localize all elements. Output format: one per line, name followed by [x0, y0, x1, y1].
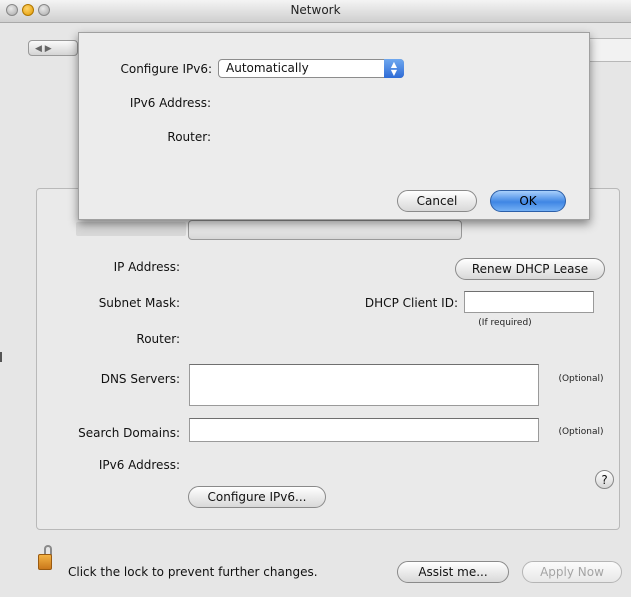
cancel-button[interactable]: Cancel [397, 190, 477, 212]
dhcp-client-id-label: DHCP Client ID: [364, 296, 458, 310]
lock-status-text: Click the lock to prevent further change… [68, 565, 318, 579]
obscured-configure-popup[interactable] [188, 220, 462, 240]
configure-ipv6-button[interactable]: Configure IPv6... [188, 486, 326, 508]
router-label: Router: [136, 332, 180, 346]
assist-me-button[interactable]: Assist me... [397, 561, 509, 583]
sheet-configure-ipv6-label: Configure IPv6: [120, 62, 212, 76]
configure-ipv6-popup[interactable]: Automatically ▲ ▼ [218, 59, 404, 78]
help-icon[interactable]: ? [595, 470, 614, 489]
dns-servers-label: DNS Servers: [100, 372, 180, 386]
network-window: Network ◀ ▶ IP Address: Renew DHCP Lease… [0, 0, 631, 597]
configure-ipv6-selected-value: Automatically [226, 61, 309, 75]
obscured-label [76, 222, 186, 236]
search-domains-field[interactable] [189, 418, 539, 442]
window-edge-mark [0, 352, 2, 362]
lock-body [38, 554, 52, 570]
ok-button[interactable]: OK [490, 190, 566, 212]
apply-now-button[interactable]: Apply Now [522, 561, 622, 583]
ip-address-label: IP Address: [113, 260, 180, 274]
search-domains-label: Search Domains: [78, 426, 180, 440]
back-forward-buttons[interactable]: ◀ ▶ [28, 40, 78, 56]
sheet-ipv6-address-label: IPv6 Address: [129, 96, 211, 110]
ipv6-address-label: IPv6 Address: [98, 458, 180, 472]
search-optional-note: (Optional) [558, 427, 604, 437]
subnet-mask-label: Subnet Mask: [98, 296, 180, 310]
dns-servers-field[interactable] [189, 364, 539, 406]
title-bar[interactable]: Network [0, 0, 631, 23]
window-title: Network [290, 3, 341, 17]
renew-dhcp-lease-button[interactable]: Renew DHCP Lease [455, 258, 605, 280]
lock-icon[interactable] [38, 545, 54, 571]
dhcp-client-id-field[interactable] [464, 291, 594, 313]
dns-optional-note: (Optional) [558, 374, 604, 384]
sheet-router-label: Router: [167, 130, 211, 144]
chevron-updown-icon: ▲ ▼ [384, 59, 404, 78]
if-required-note: (If required) [478, 318, 532, 328]
